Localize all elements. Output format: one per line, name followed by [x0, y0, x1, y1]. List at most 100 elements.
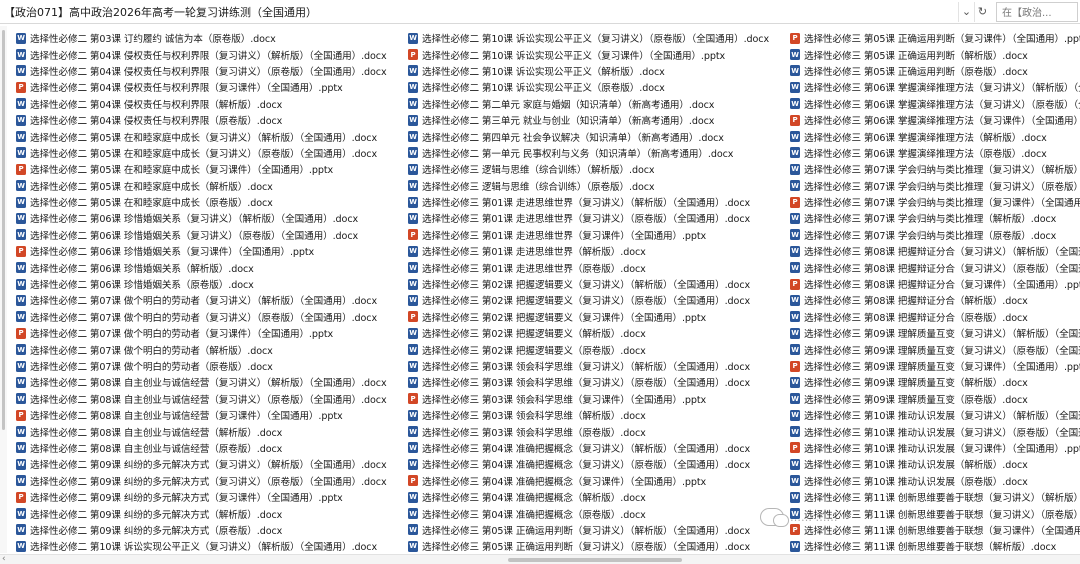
file-item[interactable]: W 选择性必修三 第09课 理解质量互变（复习讲义）（原卷版）（全国通用）.doc… [790, 341, 1080, 357]
file-item[interactable]: W 选择性必修三 第08课 把握辩证分合（复习讲义）（解析版）（全国通用）.doc… [790, 243, 1080, 259]
file-item[interactable]: P 选择性必修三 第01课 走进思维世界（复习课件）（全国通用）.pptx [408, 227, 788, 243]
file-item[interactable]: W 选择性必修三 第07课 学会归纳与类比推理（解析版）.docx [790, 210, 1080, 226]
file-item[interactable]: W 选择性必修三 第06课 掌握演绎推理方法（解析版）.docx [790, 128, 1080, 144]
file-item[interactable]: W 选择性必修三 第06课 掌握演绎推理方法（原卷版）.docx [790, 145, 1080, 161]
file-item[interactable]: W 选择性必修三 逻辑与思维（综合训练）（解析版）.docx [408, 161, 788, 177]
file-item[interactable]: W 选择性必修二 第09课 纠纷的多元解决方式（原卷版）.docx [16, 522, 400, 538]
file-item[interactable]: W 选择性必修三 第03课 领会科学思维（复习讲义）（解析版）（全国通用）.doc… [408, 358, 788, 374]
refresh-icon[interactable]: ↻ [974, 1, 990, 22]
file-item[interactable]: W 选择性必修二 第05课 在和睦家庭中成长（复习讲义）（原卷版）（全国通用）.d… [16, 145, 400, 161]
file-item[interactable]: W 选择性必修三 第11课 创新思维要善于联想（解析版）.docx [790, 538, 1080, 554]
vertical-scroll-thumb[interactable] [2, 30, 5, 430]
file-item[interactable]: W 选择性必修三 第04课 准确把握概念（复习讲义）（原卷版）（全国通用）.doc… [408, 456, 788, 472]
file-item[interactable]: W 选择性必修二 第三单元 就业与创业（知识清单）（新高考通用）.docx [408, 112, 788, 128]
file-item[interactable]: W 选择性必修三 第10课 推动认识发展（复习讲义）（原卷版）（全国通用）.doc… [790, 423, 1080, 439]
file-item[interactable]: W 选择性必修三 第07课 学会归纳与类比推理（复习讲义）（解析版）（全国通用）.… [790, 161, 1080, 177]
file-item[interactable]: W 选择性必修三 第06课 掌握演绎推理方法（复习讲义）（解析版）（全国通用）.d… [790, 79, 1080, 95]
file-item[interactable]: W 选择性必修二 第10课 诉讼实现公平正义（解析版）.docx [408, 63, 788, 79]
file-item[interactable]: P 选择性必修二 第07课 做个明白的劳动者（复习课件）（全国通用）.pptx [16, 325, 400, 341]
file-item[interactable]: W 选择性必修三 第05课 正确运用判断（解析版）.docx [790, 46, 1080, 62]
file-item[interactable]: W 选择性必修二 第09课 纠纷的多元解决方式（复习讲义）（解析版）（全国通用）.… [16, 456, 400, 472]
file-item[interactable]: W 选择性必修二 第05课 在和睦家庭中成长（解析版）.docx [16, 178, 400, 194]
search-input[interactable]: 在【政治... [996, 1, 1078, 22]
horizontal-scroll-thumb[interactable] [508, 558, 682, 562]
file-item[interactable]: P 选择性必修二 第04课 侵权责任与权利界限（复习课件）（全国通用）.pptx [16, 79, 400, 95]
file-item[interactable]: W 选择性必修三 第03课 领会科学思维（原卷版）.docx [408, 423, 788, 439]
file-item[interactable]: W 选择性必修二 第四单元 社会争议解决（知识清单）（新高考通用）.docx [408, 128, 788, 144]
file-item[interactable]: W 选择性必修三 第09课 理解质量互变（解析版）.docx [790, 374, 1080, 390]
file-item[interactable]: P 选择性必修二 第08课 自主创业与诚信经营（复习课件）（全国通用）.pptx [16, 407, 400, 423]
file-item[interactable]: W 选择性必修二 第05课 在和睦家庭中成长（复习讲义）（解析版）（全国通用）.d… [16, 128, 400, 144]
file-item[interactable]: W 选择性必修三 第11课 创新思维要善于联想（复习讲义）（解析版）（全国通用）.… [790, 489, 1080, 505]
vertical-scrollbar[interactable] [0, 26, 7, 553]
file-item[interactable]: W 选择性必修三 第01课 走进思维世界（原卷版）.docx [408, 259, 788, 275]
address-path[interactable]: 【政治071】高中政治2026年高考一轮复习讲练测（全国通用） [4, 2, 958, 22]
file-item[interactable]: W 选择性必修三 第02课 把握逻辑要义（复习讲义）（解析版）（全国通用）.doc… [408, 276, 788, 292]
file-item[interactable]: W 选择性必修二 第09课 纠纷的多元解决方式（复习讲义）（原卷版）（全国通用）.… [16, 473, 400, 489]
file-item[interactable]: W 选择性必修二 第10课 诉讼实现公平正义（原卷版）.docx [408, 79, 788, 95]
file-item[interactable]: P 选择性必修三 第03课 领会科学思维（复习课件）（全国通用）.pptx [408, 391, 788, 407]
file-item[interactable]: W 选择性必修二 第06课 珍惜婚姻关系（复习讲义）（解析版）（全国通用）.doc… [16, 210, 400, 226]
file-item[interactable]: W 选择性必修三 第03课 领会科学思维（复习讲义）（原卷版）（全国通用）.doc… [408, 374, 788, 390]
file-item[interactable]: W 选择性必修三 第05课 正确运用判断（原卷版）.docx [790, 63, 1080, 79]
file-item[interactable]: W 选择性必修三 第09课 理解质量互变（复习讲义）（解析版）（全国通用）.doc… [790, 325, 1080, 341]
file-item[interactable]: P 选择性必修三 第04课 准确把握概念（复习课件）（全国通用）.pptx [408, 473, 788, 489]
chevron-down-icon[interactable]: ⌄ [958, 1, 974, 22]
file-item[interactable]: W 选择性必修三 第10课 推动认识发展（原卷版）.docx [790, 473, 1080, 489]
scroll-left-icon[interactable]: ‹ [2, 554, 6, 564]
file-item[interactable]: W 选择性必修三 第01课 走进思维世界（复习讲义）（解析版）（全国通用）.doc… [408, 194, 788, 210]
file-item[interactable]: P 选择性必修二 第06课 珍惜婚姻关系（复习课件）（全国通用）.pptx [16, 243, 400, 259]
file-item[interactable]: P 选择性必修二 第10课 诉讼实现公平正义（复习课件）（全国通用）.pptx [408, 46, 788, 62]
file-item[interactable]: P 选择性必修三 第05课 正确运用判断（复习课件）（全国通用）.pptx [790, 30, 1080, 46]
file-item[interactable]: W 选择性必修二 第08课 自主创业与诚信经营（解析版）.docx [16, 423, 400, 439]
file-item[interactable]: W 选择性必修二 第06课 珍惜婚姻关系（复习讲义）（原卷版）（全国通用）.doc… [16, 227, 400, 243]
file-item[interactable]: W 选择性必修三 第02课 把握逻辑要义（原卷版）.docx [408, 341, 788, 357]
file-item[interactable]: W 选择性必修三 第10课 推动认识发展（解析版）.docx [790, 456, 1080, 472]
file-item[interactable]: W 选择性必修二 第07课 做个明白的劳动者（解析版）.docx [16, 341, 400, 357]
file-item[interactable]: W 选择性必修三 第04课 准确把握概念（原卷版）.docx [408, 505, 788, 521]
file-item[interactable]: W 选择性必修二 第10课 诉讼实现公平正义（复习讲义）（原卷版）（全国通用）.d… [408, 30, 788, 46]
file-item[interactable]: W 选择性必修三 第07课 学会归纳与类比推理（复习讲义）（原卷版）（全国通用）.… [790, 178, 1080, 194]
file-item[interactable]: W 选择性必修三 第07课 学会归纳与类比推理（原卷版）.docx [790, 227, 1080, 243]
file-item[interactable]: W 选择性必修二 第一单元 民事权利与义务（知识清单）（新高考通用）.docx [408, 145, 788, 161]
file-item[interactable]: P 选择性必修三 第09课 理解质量互变（复习课件）（全国通用）.pptx [790, 358, 1080, 374]
file-item[interactable]: W 选择性必修二 第04课 侵权责任与权利界限（复习讲义）（原卷版）（全国通用）.… [16, 63, 400, 79]
file-item[interactable]: W 选择性必修二 第09课 纠纷的多元解决方式（解析版）.docx [16, 505, 400, 521]
file-item[interactable]: W 选择性必修二 第04课 侵权责任与权利界限（原卷版）.docx [16, 112, 400, 128]
file-item[interactable]: W 选择性必修二 第二单元 家庭与婚姻（知识清单）（新高考通用）.docx [408, 96, 788, 112]
file-item[interactable]: W 选择性必修三 第11课 创新思维要善于联想（复习讲义）（原卷版）（全国通用）.… [790, 505, 1080, 521]
file-item[interactable]: P 选择性必修二 第09课 纠纷的多元解决方式（复习课件）（全国通用）.pptx [16, 489, 400, 505]
file-item[interactable]: W 选择性必修三 第04课 准确把握概念（解析版）.docx [408, 489, 788, 505]
file-item[interactable]: W 选择性必修三 第08课 把握辩证分合（原卷版）.docx [790, 309, 1080, 325]
file-item[interactable]: P 选择性必修三 第08课 把握辩证分合（复习课件）（全国通用）.pptx [790, 276, 1080, 292]
file-item[interactable]: P 选择性必修三 第07课 学会归纳与类比推理（复习课件）（全国通用）.pptx [790, 194, 1080, 210]
file-item[interactable]: W 选择性必修二 第10课 诉讼实现公平正义（复习讲义）（解析版）（全国通用）.d… [16, 538, 400, 554]
file-item[interactable]: W 选择性必修三 第09课 理解质量互变（原卷版）.docx [790, 391, 1080, 407]
file-item[interactable]: P 选择性必修三 第02课 把握逻辑要义（复习课件）（全国通用）.pptx [408, 309, 788, 325]
file-item[interactable]: W 选择性必修二 第07课 做个明白的劳动者（复习讲义）（解析版）（全国通用）.d… [16, 292, 400, 308]
file-item[interactable]: W 选择性必修三 第04课 准确把握概念（复习讲义）（解析版）（全国通用）.doc… [408, 440, 788, 456]
file-item[interactable]: W 选择性必修二 第05课 在和睦家庭中成长（原卷版）.docx [16, 194, 400, 210]
file-item[interactable]: W 选择性必修二 第08课 自主创业与诚信经营（复习讲义）（解析版）（全国通用）.… [16, 374, 400, 390]
horizontal-scrollbar[interactable]: ‹ [0, 554, 1080, 564]
file-item[interactable]: W 选择性必修二 第08课 自主创业与诚信经营（原卷版）.docx [16, 440, 400, 456]
file-item[interactable]: W 选择性必修三 第08课 把握辩证分合（解析版）.docx [790, 292, 1080, 308]
file-item[interactable]: W 选择性必修三 第05课 正确运用判断（复习讲义）（解析版）（全国通用）.doc… [408, 522, 788, 538]
file-item[interactable]: W 选择性必修二 第04课 侵权责任与权利界限（复习讲义）（解析版）（全国通用）.… [16, 46, 400, 62]
file-item[interactable]: W 选择性必修二 第03课 订约履约 诚信为本（原卷版）.docx [16, 30, 400, 46]
file-item[interactable]: W 选择性必修三 第02课 把握逻辑要义（解析版）.docx [408, 325, 788, 341]
file-item[interactable]: P 选择性必修三 第10课 推动认识发展（复习课件）（全国通用）.pptx [790, 440, 1080, 456]
file-item[interactable]: W 选择性必修二 第06课 珍惜婚姻关系（解析版）.docx [16, 259, 400, 275]
file-item[interactable]: W 选择性必修三 第06课 掌握演绎推理方法（复习讲义）（原卷版）（全国通用）.d… [790, 96, 1080, 112]
file-item[interactable]: P 选择性必修二 第05课 在和睦家庭中成长（复习课件）（全国通用）.pptx [16, 161, 400, 177]
file-item[interactable]: W 选择性必修三 第03课 领会科学思维（解析版）.docx [408, 407, 788, 423]
file-item[interactable]: W 选择性必修二 第04课 侵权责任与权利界限（解析版）.docx [16, 96, 400, 112]
file-item[interactable]: W 选择性必修二 第06课 珍惜婚姻关系（原卷版）.docx [16, 276, 400, 292]
file-item[interactable]: W 选择性必修二 第08课 自主创业与诚信经营（复习讲义）（原卷版）（全国通用）.… [16, 391, 400, 407]
file-item[interactable]: W 选择性必修三 第01课 走进思维世界（解析版）.docx [408, 243, 788, 259]
file-item[interactable]: W 选择性必修三 第02课 把握逻辑要义（复习讲义）（原卷版）（全国通用）.doc… [408, 292, 788, 308]
file-item[interactable]: W 选择性必修三 第05课 正确运用判断（复习讲义）（原卷版）（全国通用）.doc… [408, 538, 788, 554]
file-item[interactable]: W 选择性必修三 第08课 把握辩证分合（复习讲义）（原卷版）（全国通用）.doc… [790, 259, 1080, 275]
file-item[interactable]: P 选择性必修三 第11课 创新思维要善于联想（复习课件）（全国通用）.pptx [790, 522, 1080, 538]
file-item[interactable]: W 选择性必修三 逻辑与思维（综合训练）（原卷版）.docx [408, 178, 788, 194]
